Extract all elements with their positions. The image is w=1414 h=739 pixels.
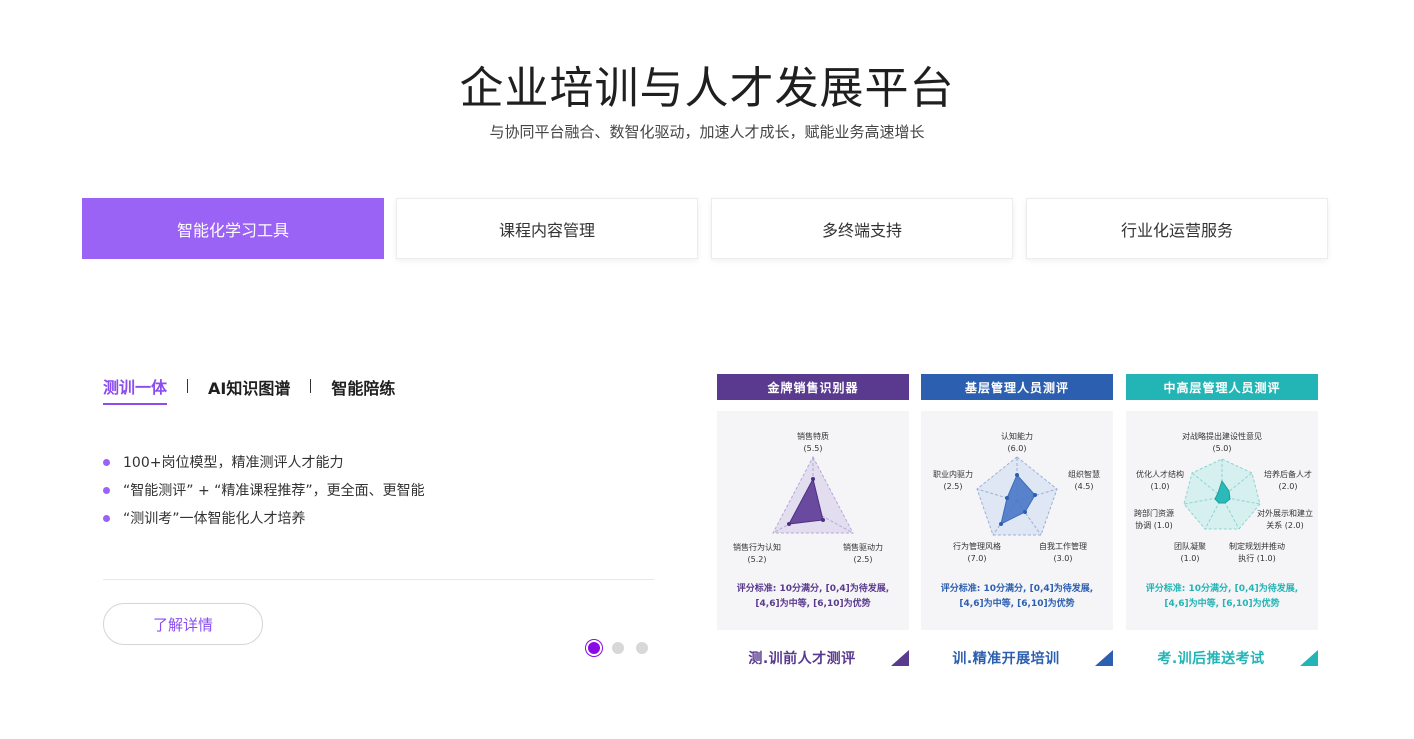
- radar-label: 销售驱动力 (2.5): [843, 543, 883, 564]
- tab-multi-terminal-support[interactable]: 多终端支持: [711, 198, 1013, 259]
- radar-label: 对外展示和建立 关系 (2.0): [1257, 509, 1313, 530]
- feature-text: “智能测评” + “精准课程推荐”，更全面、更智能: [123, 483, 425, 499]
- bullet-icon: [103, 487, 110, 494]
- radar-chart: 对战略提出建设性意见 (5.0) 培养后备人才 (2.0) 对外展示和建立 关系 (2…: [1126, 411, 1318, 630]
- feature-text: 100+岗位模型，精准测评人才能力: [123, 455, 344, 471]
- card-footer: 考.训后推送考试: [1126, 646, 1318, 670]
- assessment-card-senior-manager: 中高层管理人员测评 对战略提出建设性意见 (5.0) 培养后备人才 (2.0) 对外…: [1126, 374, 1318, 674]
- radar-label: 职业内驱力 (2.5): [933, 470, 973, 491]
- radar-label: 制定规划并推动 执行 (1.0): [1229, 542, 1285, 563]
- radar-chart: 销售特质 (5.5) 销售驱动力 (2.5) 销售行为认知 (5.2) 评分标准: 1…: [717, 411, 909, 630]
- feature-text: “测训考”一体智能化人才培养: [123, 511, 306, 527]
- subtab-separator: [310, 379, 312, 393]
- card-title: 基层管理人员测评: [921, 374, 1113, 400]
- radar-label: 优化人才结构 (1.0): [1136, 470, 1184, 491]
- radar-label: 培养后备人才 (2.0): [1264, 470, 1312, 491]
- radar-label: 团队凝聚 (1.0): [1174, 542, 1206, 563]
- radar-label: 行为管理风格 (7.0): [953, 542, 1001, 563]
- card-footer-text: 训.精准开展培训: [952, 651, 1060, 667]
- assessment-card-junior-manager: 基层管理人员测评 认知能力 (6.0) 组织智慧 (4.5) 自我工作管理 (3.0)…: [921, 374, 1113, 674]
- divider: [103, 579, 654, 580]
- page-subtitle: 与协同平台融合、数智化驱动，加速人才成长，赋能业务高速增长: [489, 123, 925, 141]
- assessment-card-sales: 金牌销售识别器 销售特质 (5.5) 销售驱动力 (2.5) 销售行为认知 (5.2)…: [717, 374, 909, 674]
- pager-dot-3[interactable]: [636, 642, 648, 654]
- learn-more-button[interactable]: 了解详情: [103, 603, 263, 645]
- card-title: 中高层管理人员测评: [1126, 374, 1318, 400]
- score-standard: 评分标准: 10分满分, [0,4]为待发展, [4,6]为中等, [6,10]为…: [1145, 584, 1299, 609]
- card-footer-text: 考.训后推送考试: [1157, 651, 1265, 667]
- card-footer: 训.精准开展培训: [921, 646, 1113, 670]
- bullet-icon: [103, 459, 110, 466]
- pager-dot-1[interactable]: [586, 640, 602, 656]
- card-footer-text: 测.训前人才测评: [748, 651, 856, 667]
- bullet-icon: [103, 515, 110, 522]
- tab-smart-learning-tools[interactable]: 智能化学习工具: [82, 198, 384, 259]
- score-standard: 评分标准: 10分满分, [0,4]为待发展, [4,6]为中等, [6,10]为…: [940, 584, 1094, 609]
- radar-label: 对战略提出建设性意见 (5.0): [1182, 432, 1262, 453]
- subtab-ai-knowledge-graph[interactable]: AI知识图谱: [208, 375, 290, 404]
- tab-industry-operation-service[interactable]: 行业化运营服务: [1026, 198, 1328, 259]
- list-item: 100+岗位模型，精准测评人才能力: [103, 451, 425, 479]
- radar-chart: 认知能力 (6.0) 组织智慧 (4.5) 自我工作管理 (3.0) 行为管理风格 (7…: [921, 411, 1113, 630]
- subtab-separator: [187, 379, 189, 393]
- list-item: “测训考”一体智能化人才培养: [103, 507, 425, 535]
- list-item: “智能测评” + “精准课程推荐”，更全面、更智能: [103, 479, 425, 507]
- card-footer: 测.训前人才测评: [717, 646, 909, 670]
- radar-label: 组织智慧 (4.5): [1068, 470, 1100, 491]
- carousel-pager: [586, 640, 660, 656]
- subtab-smart-coach[interactable]: 智能陪练: [331, 375, 395, 404]
- radar-label: 销售行为认知 (5.2): [733, 543, 781, 564]
- radar-label: 自我工作管理 (3.0): [1039, 542, 1087, 563]
- radar-label: 销售特质 (5.5): [797, 432, 829, 453]
- card-title: 金牌销售识别器: [717, 374, 909, 400]
- tab-course-content-management[interactable]: 课程内容管理: [396, 198, 698, 259]
- sub-tabs: 测训一体 AI知识图谱 智能陪练: [103, 374, 395, 405]
- page-title: 企业培训与人才发展平台: [459, 63, 955, 114]
- radar-label: 跨部门资源 协调 (1.0): [1134, 509, 1174, 530]
- corner-triangle-icon: [1300, 650, 1318, 666]
- corner-triangle-icon: [1095, 650, 1113, 666]
- subtab-test-train[interactable]: 测训一体: [103, 374, 168, 405]
- radar-label: 认知能力 (6.0): [1001, 432, 1033, 453]
- corner-triangle-icon: [891, 650, 909, 666]
- feature-list: 100+岗位模型，精准测评人才能力 “智能测评” + “精准课程推荐”，更全面、…: [103, 451, 425, 535]
- score-standard: 评分标准: 10分满分, [0,4]为待发展, [4,6]为中等, [6,10]为…: [736, 584, 890, 609]
- feature-tabs: 智能化学习工具 课程内容管理 多终端支持 行业化运营服务: [82, 198, 1330, 259]
- pager-dot-2[interactable]: [612, 642, 624, 654]
